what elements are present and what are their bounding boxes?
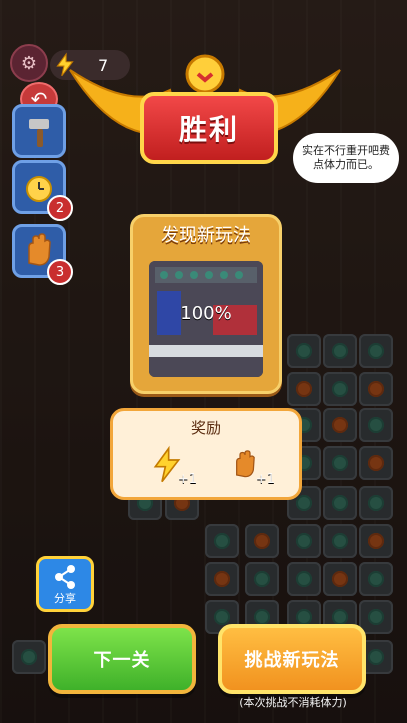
reward-glove: +1 [225,445,275,487]
glove-tool-button[interactable]: 3 [12,224,73,285]
reward-energy: +1 [147,445,197,487]
challenge-new-play-button[interactable]: 挑战新玩法 [218,624,366,694]
reward-amount: +1 [177,472,197,487]
next-level-label: 下一关 [93,650,151,671]
new-play-preview: 100% [149,261,263,377]
share-label: 分享 [54,592,76,605]
tool-count-badge: 3 [47,259,73,285]
settings-button[interactable]: ⚙ [10,44,48,82]
reward-title: 奖励 [190,419,221,437]
gear-icon: ⚙ [20,52,38,74]
next-level-button[interactable]: 下一关 [48,624,196,694]
hammer-tool-button[interactable] [12,104,66,158]
new-play-title: 发现新玩法 [161,225,251,246]
victory-title: 胜利 [178,113,239,146]
reward-card: 奖励 +1 +1 [110,408,302,500]
share-button[interactable]: 分享 [36,556,94,612]
new-play-card: 发现新玩法 100% [130,214,282,394]
victory-banner: 胜利 [140,92,278,164]
progress-percent: 100% [180,303,232,324]
no-energy-cost-note: (本次挑战不消耗体力) [239,696,347,709]
hammer-icon [29,119,49,147]
reward-amount: +1 [255,472,275,487]
alarm-tool-button[interactable]: 2 [12,160,73,221]
tool-count-badge: 2 [47,195,73,221]
challenge-label: 挑战新玩法 [244,650,340,671]
